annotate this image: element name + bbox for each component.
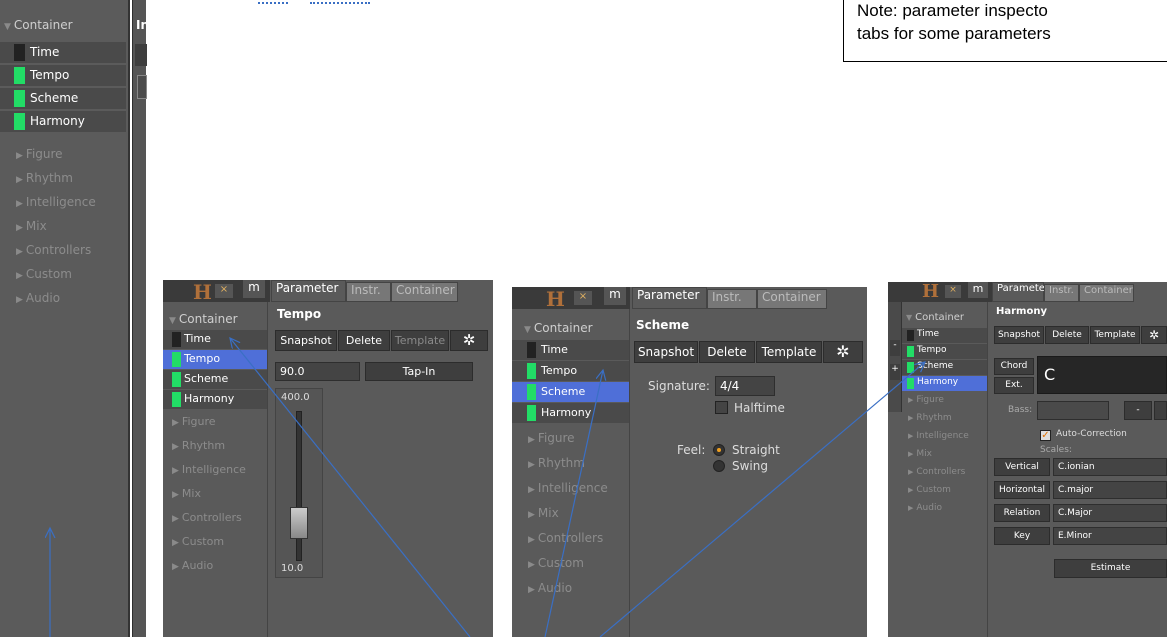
arrow-to-harmony [599, 362, 925, 637]
arrow-to-tempo [230, 338, 471, 637]
annotation-arrows [0, 0, 1167, 637]
arrow-to-scheme [544, 370, 603, 637]
